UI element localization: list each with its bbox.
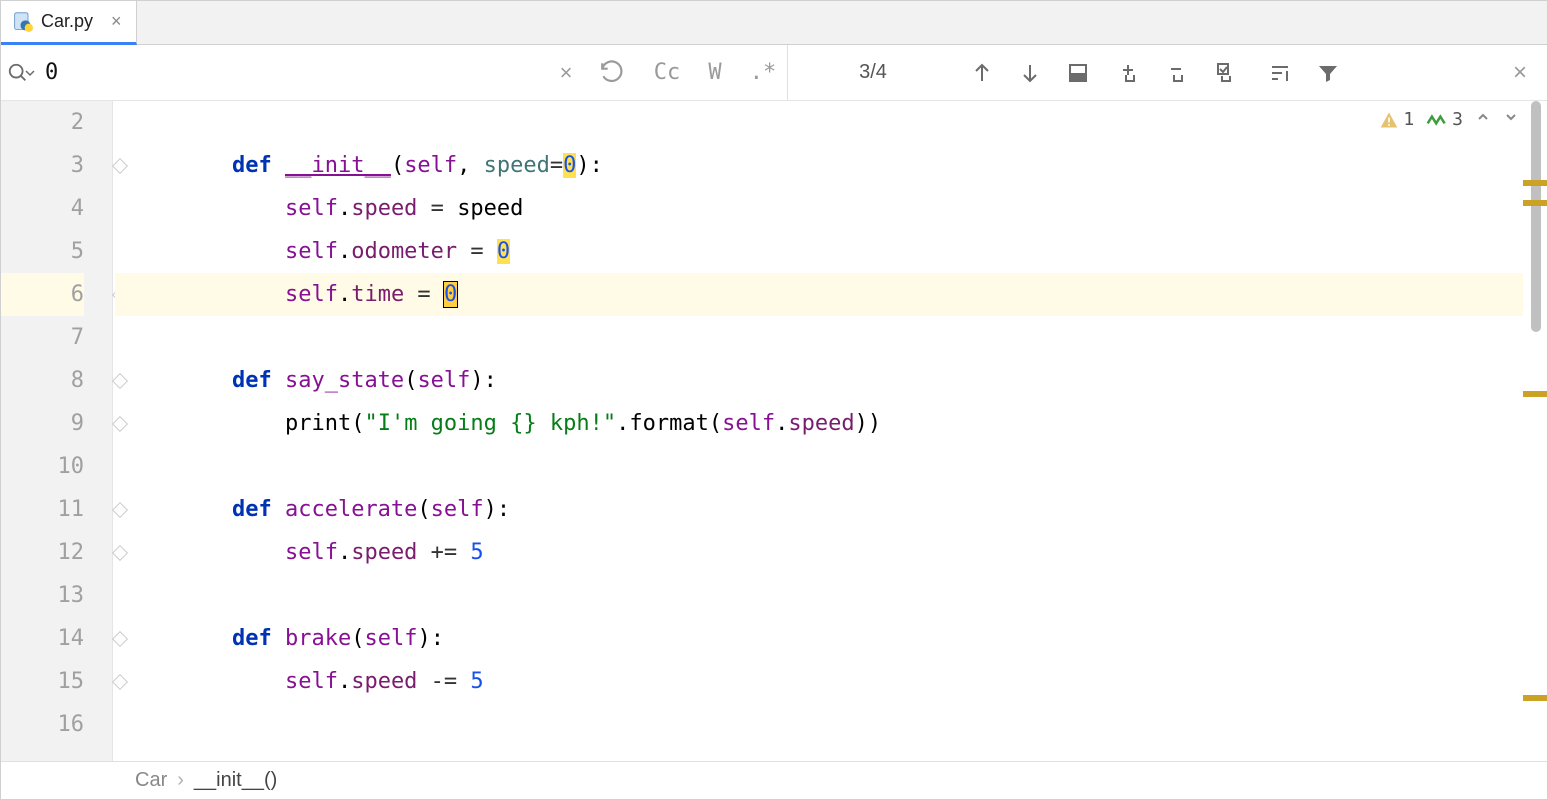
select-all-occurrences-icon[interactable] [1203, 45, 1251, 101]
line-number: 2 [1, 101, 84, 144]
prev-problem-icon[interactable] [1475, 109, 1491, 130]
warnings-count: 1 [1403, 109, 1414, 130]
tab-filename: Car.py [41, 11, 93, 32]
inspection-tray: 1 3 [1379, 109, 1519, 130]
line-numbers: 2345678910111213141516 [1, 101, 112, 746]
python-file-icon [13, 12, 33, 32]
breadcrumb-class[interactable]: Car [135, 769, 167, 792]
line-number: 12 [1, 531, 84, 574]
chevron-right-icon: › [177, 769, 184, 792]
line-number: 15 [1, 660, 84, 703]
prev-occurrence-icon[interactable] [958, 45, 1006, 101]
code-line[interactable]: self.speed = speed [115, 187, 1547, 230]
scrollbar-thumb[interactable] [1531, 101, 1541, 332]
line-number: 5 [1, 230, 84, 273]
breadcrumb-bar: Car › __init__() [1, 761, 1547, 799]
code-line[interactable] [115, 316, 1547, 359]
search-icon[interactable] [1, 62, 41, 84]
code-line[interactable]: def brake(self): [115, 617, 1547, 660]
line-number: 7 [1, 316, 84, 359]
warnings-indicator[interactable]: 1 [1379, 109, 1414, 130]
code-line[interactable]: def accelerate(self): [115, 488, 1547, 531]
tab-car-py[interactable]: Car.py × [1, 1, 137, 45]
find-hit-counter: 3/4 [788, 61, 958, 84]
code-line[interactable]: print("I'm going {} kph!".format(self.sp… [115, 402, 1547, 445]
close-findbar-icon[interactable]: × [1493, 59, 1547, 87]
whole-words-toggle[interactable]: W [691, 45, 739, 101]
weak-warnings-indicator[interactable]: 3 [1426, 109, 1463, 130]
breadcrumb-member[interactable]: __init__() [194, 769, 277, 792]
editor-tabstrip: Car.py × [1, 1, 1547, 45]
line-number: 16 [1, 703, 84, 746]
line-number-gutter: 2345678910111213141516 [1, 101, 113, 761]
show-find-results-icon[interactable] [1256, 45, 1304, 101]
error-stripe[interactable] [1523, 101, 1547, 761]
line-number: 10 [1, 445, 84, 488]
stripe-marker[interactable] [1523, 180, 1547, 186]
find-toolbar: 3/4 × [787, 45, 1547, 100]
ide-window: Car.py × × Cc W .* 3/4 [0, 0, 1548, 800]
find-input-group: × Cc W .* [1, 45, 787, 100]
filter-icon[interactable] [1304, 45, 1352, 101]
code-line[interactable]: self.speed -= 5 [115, 660, 1547, 703]
code-line[interactable] [115, 445, 1547, 488]
code-line[interactable] [115, 574, 1547, 617]
close-tab-icon[interactable]: × [111, 11, 122, 32]
code-editor[interactable]: def __init__(self, speed=0): self.speed … [113, 101, 1547, 761]
code-line[interactable]: def __init__(self, speed=0): [115, 144, 1547, 187]
match-case-toggle[interactable]: Cc [643, 45, 691, 101]
remove-selection-icon[interactable] [1155, 45, 1203, 101]
code-line[interactable] [115, 703, 1547, 746]
code-line[interactable] [115, 101, 1547, 144]
search-history-icon[interactable] [586, 60, 638, 86]
code-line[interactable]: self.speed += 5 [115, 531, 1547, 574]
line-number: 3 [1, 144, 84, 187]
weak-warnings-count: 3 [1452, 109, 1463, 130]
editor-area: 2345678910111213141516 def __init__(self… [1, 101, 1547, 761]
regex-toggle[interactable]: .* [739, 45, 787, 101]
line-number: 11 [1, 488, 84, 531]
stripe-marker[interactable] [1523, 391, 1547, 397]
next-occurrence-icon[interactable] [1006, 45, 1054, 101]
find-input[interactable] [41, 60, 546, 85]
stripe-marker[interactable] [1523, 200, 1547, 206]
in-selection-toggle-icon[interactable] [1054, 45, 1102, 101]
next-problem-icon[interactable] [1503, 109, 1519, 130]
code-line[interactable]: self.odometer = 0 [115, 230, 1547, 273]
line-number: 6 [1, 273, 84, 316]
stripe-marker[interactable] [1523, 695, 1547, 701]
line-number: 14 [1, 617, 84, 660]
find-bar: × Cc W .* 3/4 [1, 45, 1547, 101]
code-line[interactable]: def say_state(self): [115, 359, 1547, 402]
clear-search-icon[interactable]: × [546, 60, 586, 86]
add-selection-icon[interactable] [1107, 45, 1155, 101]
line-number: 8 [1, 359, 84, 402]
code-line[interactable]: self.time = 0 [115, 273, 1547, 316]
line-number: 9 [1, 402, 84, 445]
line-number: 4 [1, 187, 84, 230]
line-number: 13 [1, 574, 84, 617]
find-options: Cc W .* [643, 45, 787, 101]
